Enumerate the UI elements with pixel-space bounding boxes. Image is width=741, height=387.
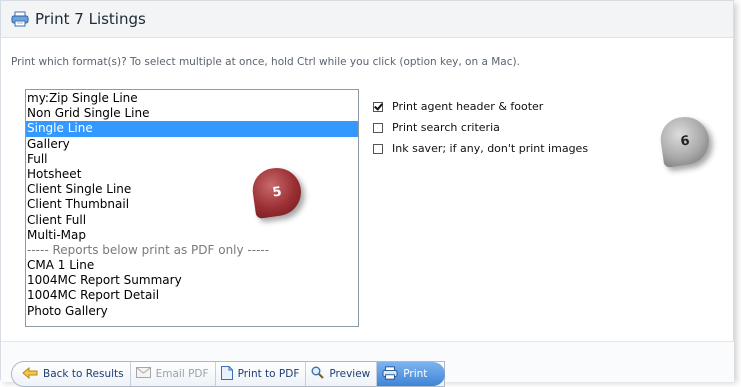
option-checkbox[interactable] (373, 122, 383, 133)
option-label: Print search criteria (392, 121, 500, 134)
print-label: Print (403, 368, 428, 380)
instructions-text: Print which format(s)? To select multipl… (11, 56, 520, 68)
back-to-results-button[interactable]: Back to Results (12, 362, 131, 386)
document-icon (220, 365, 233, 383)
preview-button[interactable]: Preview (306, 362, 378, 386)
format-option[interactable]: Client Single Line (26, 182, 358, 197)
format-option[interactable]: Photo Gallery (26, 304, 358, 319)
action-toolbar: Back to Results Email PDF Print to PDF P… (11, 361, 446, 387)
format-option[interactable]: Multi-Map (26, 228, 358, 243)
email-icon (135, 367, 151, 381)
format-separator: ----- Reports below print as PDF only --… (27, 242, 270, 257)
print-dialog: Print 7 Listings Print which format(s)? … (0, 0, 734, 387)
format-option[interactable]: Full (26, 152, 358, 167)
format-option[interactable]: Single Line (26, 121, 358, 137)
format-option[interactable]: Gallery (26, 137, 358, 152)
back-arrow-icon (22, 366, 38, 382)
print-to-pdf-label: Print to PDF (237, 368, 300, 380)
dialog-title: Print 7 Listings (35, 10, 146, 28)
format-option[interactable]: CMA 1 Line (26, 258, 358, 273)
format-option[interactable]: my:Zip Single Line (26, 91, 358, 106)
format-option[interactable]: Client Thumbnail (26, 197, 358, 212)
print-option-row[interactable]: Print agent header & footer (373, 96, 588, 117)
option-checkbox[interactable] (373, 143, 383, 154)
format-option[interactable]: 1004MC Report Detail (26, 288, 358, 303)
back-to-results-label: Back to Results (43, 368, 124, 380)
printer-icon (11, 11, 29, 27)
dialog-footer: Back to Results Email PDF Print to PDF P… (1, 341, 734, 387)
dialog-header: Print 7 Listings (1, 1, 733, 38)
print-option-row[interactable]: Print search criteria (373, 117, 588, 138)
format-listbox[interactable]: my:Zip Single Line Non Grid Single Line Si… (25, 89, 359, 327)
format-option[interactable]: Hotsheet (26, 167, 358, 182)
print-options: Print agent header & footer Print search … (373, 96, 588, 159)
print-button[interactable]: Print (377, 362, 446, 386)
callout-badge-6: 6 (657, 113, 713, 169)
format-option[interactable]: Non Grid Single Line (26, 106, 358, 121)
option-label: Print agent header & footer (392, 100, 544, 113)
print-to-pdf-button[interactable]: Print to PDF (216, 362, 307, 386)
format-option[interactable]: 1004MC Report Summary (26, 273, 358, 288)
print-option-row[interactable]: Ink saver; if any, don't print images (373, 138, 588, 159)
magnifier-icon (311, 366, 325, 382)
option-checkbox[interactable] (373, 101, 383, 112)
format-option[interactable]: Client Full (26, 213, 358, 228)
option-label: Ink saver; if any, don't print images (392, 142, 589, 155)
email-pdf-label: Email PDF (155, 368, 209, 380)
email-pdf-button[interactable]: Email PDF (131, 362, 216, 386)
preview-label: Preview (329, 368, 371, 380)
printer-icon (382, 365, 398, 383)
